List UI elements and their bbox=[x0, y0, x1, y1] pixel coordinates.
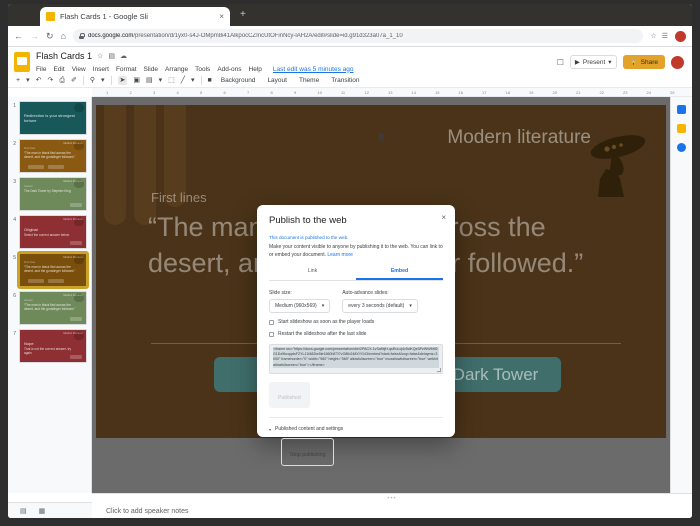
url-text: docs.google.com/presentation/d/1yx0-s4J-… bbox=[88, 33, 403, 39]
restart-slideshow-label: Restart the slideshow after the last sli… bbox=[278, 331, 367, 337]
chevron-down-icon: ▾ bbox=[321, 303, 325, 309]
publish-button-label: Published bbox=[278, 395, 301, 401]
embed-code-textarea[interactable]: <iframe src="https://docs.google.com/pre… bbox=[269, 344, 443, 374]
browser-window: Flash Cards 1 - Google Sli × + ← → ↻ ⌂ d… bbox=[8, 4, 692, 518]
omnibox-actions: ☆ ☰ bbox=[650, 32, 668, 40]
forward-icon[interactable]: → bbox=[30, 31, 39, 41]
embed-code-text: <iframe src="https://docs.google.com/pre… bbox=[273, 347, 439, 368]
slide-size-select[interactable]: Medium (960x569) ▾ bbox=[269, 299, 331, 313]
close-icon[interactable]: × bbox=[441, 214, 446, 222]
start-slideshow-checkbox-row[interactable]: Start slideshow as soon as the player lo… bbox=[269, 319, 443, 325]
close-icon[interactable]: × bbox=[219, 12, 224, 21]
new-tab-button[interactable]: + bbox=[240, 10, 246, 20]
checkbox-icon[interactable] bbox=[269, 319, 274, 325]
back-icon[interactable]: ← bbox=[14, 31, 23, 41]
description-text: Make your content visible to anyone by p… bbox=[269, 244, 443, 258]
start-slideshow-label: Start slideshow as soon as the player lo… bbox=[278, 319, 375, 325]
slides-app: Flash Cards 1 ☆ ▤ ☁ File Edit View Inser… bbox=[8, 47, 692, 518]
restart-slideshow-checkbox-row[interactable]: Restart the slideshow after the last sli… bbox=[269, 331, 443, 337]
auto-advance-label: Auto-advance slides: bbox=[342, 290, 389, 296]
browser-profile-avatar[interactable] bbox=[675, 30, 686, 42]
slide-size-value: Medium (960x569) bbox=[275, 303, 317, 309]
slides-favicon bbox=[46, 12, 55, 21]
publish-status-text: This document is published to the web. bbox=[269, 235, 349, 240]
checkbox-icon[interactable] bbox=[269, 331, 274, 337]
chevron-down-icon: ▾ bbox=[269, 426, 272, 432]
dialog-title: Publish to the web bbox=[269, 215, 347, 226]
url-path: /presentation/d/1yx0-s4J-OMpm8i41AlkpocC… bbox=[133, 33, 403, 39]
slide-size-label: Slide size: bbox=[269, 290, 292, 296]
chevron-down-icon: ▾ bbox=[409, 303, 412, 309]
tab-title: Flash Cards 1 - Google Sli bbox=[60, 12, 148, 21]
auto-advance-value: every 3 seconds (default) bbox=[348, 303, 405, 309]
dialog-fields: Slide size: Medium (960x569) ▾ Auto-adva… bbox=[269, 290, 443, 313]
bookmark-star-icon[interactable]: ☆ bbox=[650, 32, 656, 40]
publish-button: Published bbox=[269, 382, 310, 408]
tab-embed[interactable]: Embed bbox=[356, 268, 443, 280]
disclosure-label: Published content and settings bbox=[275, 426, 344, 432]
dialog-divider bbox=[269, 417, 443, 418]
published-content-disclosure[interactable]: ▾ Published content and settings bbox=[269, 426, 443, 432]
lock-icon bbox=[78, 33, 85, 39]
stop-publishing-button[interactable]: Stop publishing bbox=[281, 438, 335, 466]
tab-strip: Flash Cards 1 - Google Sli × + bbox=[8, 4, 692, 26]
auto-advance-select[interactable]: every 3 seconds (default) ▾ bbox=[342, 299, 418, 313]
slide-size-field: Slide size: Medium (960x569) ▾ bbox=[269, 290, 331, 313]
url-domain: docs.google.com bbox=[87, 33, 134, 39]
browser-tab[interactable]: Flash Cards 1 - Google Sli × bbox=[40, 7, 230, 26]
publish-to-web-dialog: Publish to the web × This document is pu… bbox=[257, 205, 455, 466]
stop-publishing-label: Stop publishing bbox=[290, 452, 326, 458]
tab-link[interactable]: Link bbox=[269, 268, 356, 280]
address-bar[interactable]: docs.google.com/presentation/d/1yx0-s4J-… bbox=[72, 29, 644, 43]
browser-menu-icon[interactable]: ☰ bbox=[662, 32, 668, 40]
learn-more-link[interactable]: Learn more bbox=[327, 252, 353, 258]
omnibox-bar: ← → ↻ ⌂ docs.google.com/presentation/d/1… bbox=[8, 26, 692, 47]
home-icon[interactable]: ⌂ bbox=[61, 31, 66, 41]
screen: Flash Cards 1 - Google Sli × + ← → ↻ ⌂ d… bbox=[0, 0, 700, 526]
resize-handle-icon[interactable] bbox=[437, 368, 441, 372]
dialog-tabs: Link Embed bbox=[269, 268, 443, 281]
dialog-description: Make your content visible to anyone by p… bbox=[269, 244, 443, 259]
reload-icon[interactable]: ↻ bbox=[46, 31, 54, 41]
auto-advance-field: Auto-advance slides: every 3 seconds (de… bbox=[342, 290, 418, 313]
